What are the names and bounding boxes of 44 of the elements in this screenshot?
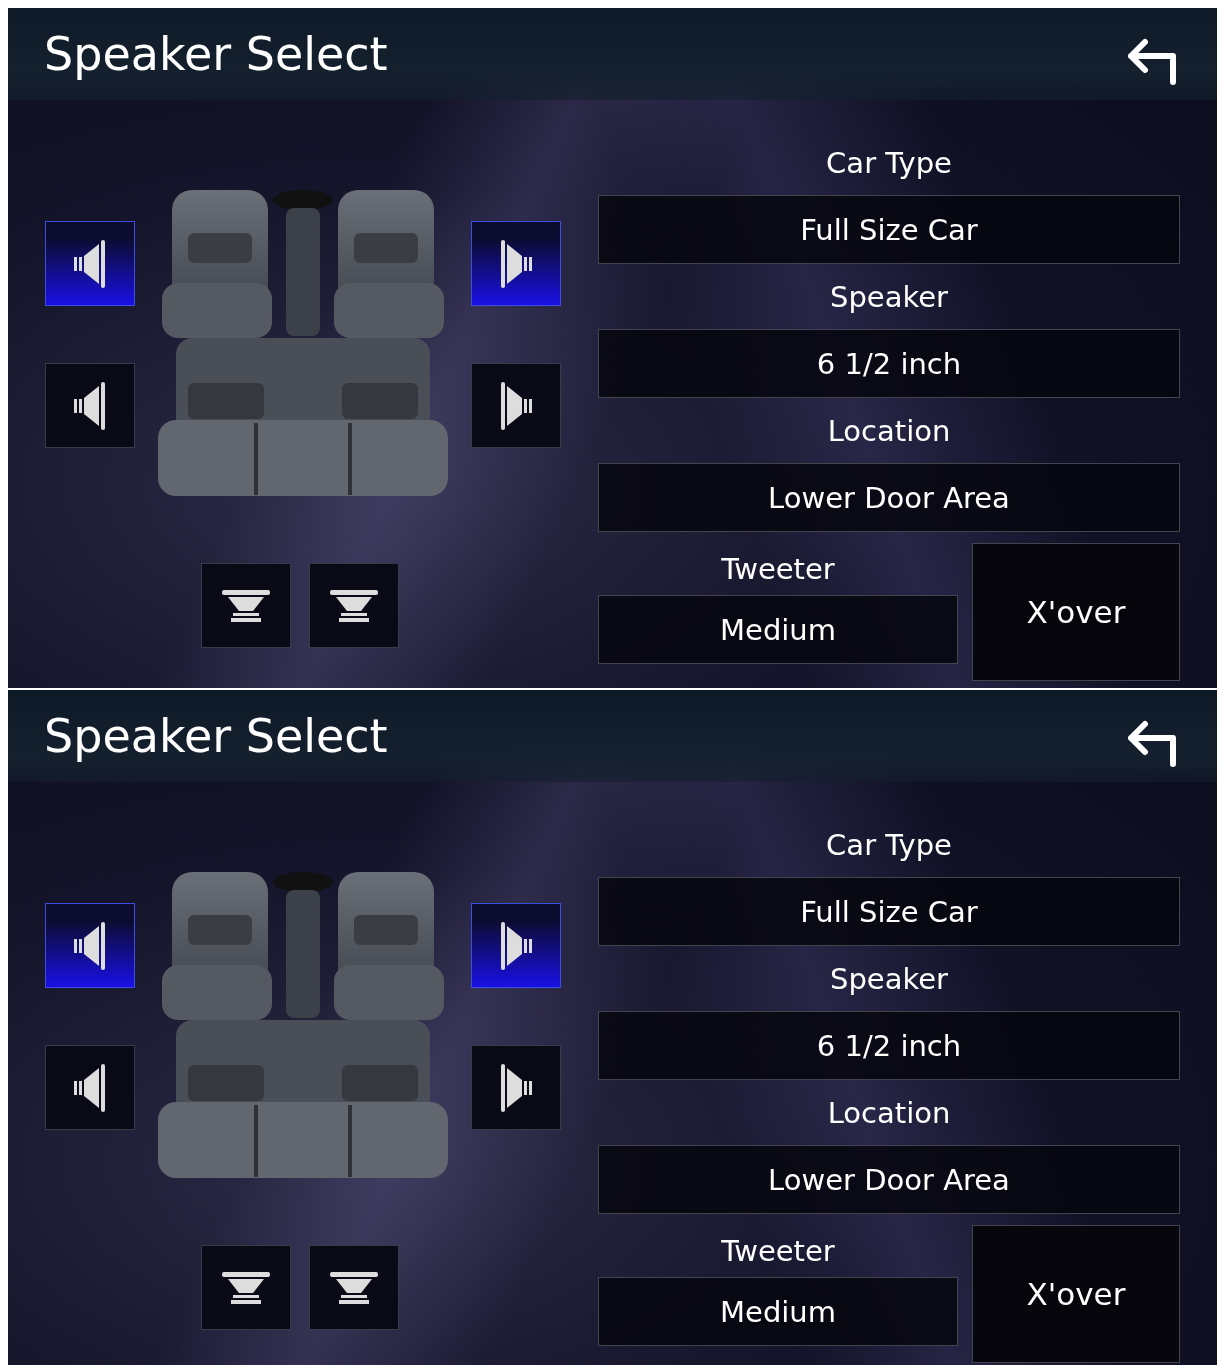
xover-button[interactable]: X'over	[972, 1225, 1180, 1363]
setting-label: Car Type	[825, 145, 953, 182]
tweeter-button[interactable]: Medium	[598, 595, 958, 664]
speaker-button[interactable]	[45, 363, 135, 448]
setting-label: Speaker	[829, 961, 949, 998]
subwoofer-icon	[329, 1270, 379, 1305]
speaker-button[interactable]	[45, 903, 135, 988]
speaker-button[interactable]	[471, 363, 561, 448]
setting-button[interactable]: Full Size Car	[598, 877, 1180, 946]
speaker-icon	[499, 238, 533, 289]
speaker-button[interactable]	[471, 221, 561, 306]
setting-button[interactable]: Lower Door Area	[598, 1145, 1180, 1214]
setting-label: Car Type	[825, 827, 953, 864]
setting-label: Speaker	[829, 279, 949, 316]
speaker-icon	[499, 920, 533, 971]
speaker-icon	[499, 1062, 533, 1113]
subwoofer-icon	[329, 588, 379, 623]
setting-button[interactable]: 6 1/2 inch	[598, 1011, 1180, 1080]
setting-label: Location	[826, 413, 952, 450]
subwoofer-button[interactable]	[309, 1245, 399, 1330]
screen-title: Speaker Select	[44, 709, 388, 763]
screen-title: Speaker Select	[44, 27, 388, 81]
speaker-icon	[73, 238, 107, 289]
setting-button[interactable]: Full Size Car	[598, 195, 1180, 264]
setting-button[interactable]: 6 1/2 inch	[598, 329, 1180, 398]
tweeter-label: Tweeter	[720, 551, 836, 588]
subwoofer-button[interactable]	[201, 563, 291, 648]
subwoofer-icon	[221, 1270, 271, 1305]
subwoofer-button[interactable]	[309, 563, 399, 648]
speaker-button[interactable]	[471, 1045, 561, 1130]
tweeter-label: Tweeter	[720, 1233, 836, 1270]
speaker-icon	[73, 380, 107, 431]
speaker-button[interactable]	[471, 903, 561, 988]
speaker-button[interactable]	[45, 1045, 135, 1130]
speaker-icon	[73, 920, 107, 971]
tweeter-button[interactable]: Medium	[598, 1277, 958, 1346]
speaker-icon	[499, 380, 533, 431]
setting-button[interactable]: Lower Door Area	[598, 463, 1180, 532]
setting-label: Location	[826, 1095, 952, 1132]
xover-button[interactable]: X'over	[972, 543, 1180, 681]
speaker-button[interactable]	[45, 221, 135, 306]
subwoofer-icon	[221, 588, 271, 623]
subwoofer-button[interactable]	[201, 1245, 291, 1330]
speaker-icon	[73, 1062, 107, 1113]
